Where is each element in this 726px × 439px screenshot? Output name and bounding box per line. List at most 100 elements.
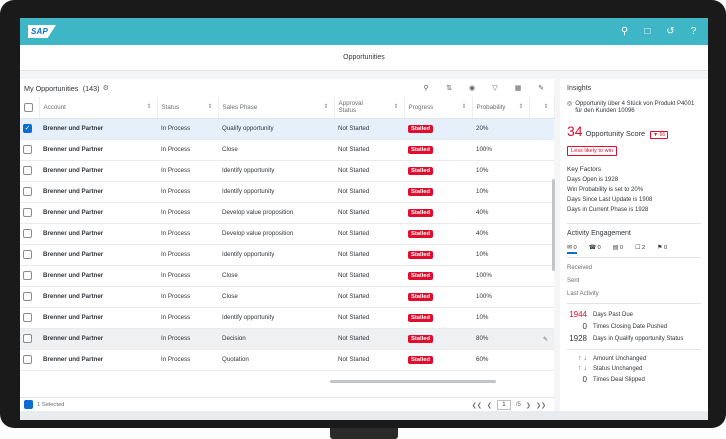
table-row[interactable]: Brenner und Partner In Process Identify op…: [20, 244, 554, 266]
last-page-icon[interactable]: ❯❯: [536, 402, 546, 409]
activity-tabs: ✉ 0 ☎ 0 ▤ 0 ☐ 2 ⚑ 0: [567, 245, 701, 258]
cell-account[interactable]: Brenner und Partner: [39, 181, 157, 203]
cell-account[interactable]: Brenner und Partner: [39, 349, 157, 371]
cell-approval-status: Not Started: [334, 244, 404, 266]
first-page-icon[interactable]: ❮❮: [472, 402, 482, 409]
table-row[interactable]: Brenner und Partner In Process Close Not St…: [20, 139, 554, 161]
edit-icon[interactable]: ✎: [536, 84, 546, 92]
cell-account[interactable]: Brenner und Partner: [39, 202, 157, 224]
filter-icon[interactable]: ▽: [490, 84, 500, 92]
cell-account[interactable]: Brenner und Partner: [39, 307, 157, 329]
cell-sales-phase: Close: [218, 265, 334, 287]
cell-status: In Process: [157, 265, 218, 287]
table-toolbar: My Opportunities (143) ⚙ ⚲ ⇅ ◉ ▽ ▦ ✎: [20, 79, 554, 97]
row-checkbox[interactable]: [20, 286, 39, 308]
table-row[interactable]: ✓ Brenner und Partner In Process Qualify op…: [20, 118, 554, 140]
sort-icon[interactable]: ⇅: [444, 84, 454, 92]
search-icon[interactable]: ⚲: [421, 84, 431, 92]
col-progress[interactable]: Progress ⇕: [404, 97, 473, 119]
selected-count: 1 Selected: [37, 401, 65, 408]
table-row[interactable]: Brenner und Partner In Process Develop val…: [20, 202, 554, 224]
row-checkbox[interactable]: [20, 181, 39, 203]
col-probability[interactable]: Probability ⇕: [472, 97, 530, 119]
cell-status: In Process: [157, 118, 218, 140]
key-factor: Win Probability is set to 20%: [567, 187, 644, 193]
table-row[interactable]: Brenner und Partner In Process Close Not St…: [20, 286, 554, 308]
opportunity-score: 34 Opportunity Score ▼ 66: [567, 123, 701, 139]
col-approval-status[interactable]: Approval Status ⇕: [334, 97, 405, 119]
settings-icon[interactable]: ⚙: [103, 84, 109, 92]
cell-account[interactable]: Brenner und Partner: [39, 160, 157, 182]
cell-status: In Process: [157, 307, 218, 329]
sort-icon: ⇕: [323, 104, 329, 110]
cell-account[interactable]: Brenner und Partner: [39, 244, 157, 266]
columns-icon[interactable]: ▦: [513, 84, 523, 92]
cell-approval-status: Not Started: [334, 349, 404, 371]
sort-icon: ⇕: [543, 104, 549, 110]
vertical-scrollbar[interactable]: [552, 179, 555, 271]
trend-status: ↑ ↓ Status Unchanged: [567, 365, 701, 372]
help-icon[interactable]: ?: [687, 25, 700, 38]
row-checkbox[interactable]: [20, 223, 39, 245]
cell-account[interactable]: Brenner und Partner: [39, 328, 157, 350]
selection-indicator: [24, 400, 33, 409]
table-row[interactable]: Brenner und Partner In Process Decision Not…: [20, 328, 554, 350]
next-page-icon[interactable]: ❯: [526, 402, 531, 409]
table-row[interactable]: Brenner und Partner In Process Identify op…: [20, 307, 554, 329]
cell-status: In Process: [157, 328, 218, 350]
col-sales-phase[interactable]: Sales Phase ⇕: [218, 97, 335, 119]
score-delta: ▼ 66: [650, 131, 669, 139]
table-row[interactable]: Brenner und Partner In Process Identify op…: [20, 181, 554, 203]
row-checkbox[interactable]: [20, 307, 39, 329]
tab-phone[interactable]: ☎ 0: [589, 245, 601, 254]
table-row[interactable]: Brenner und Partner In Process Identify op…: [20, 160, 554, 182]
col-status[interactable]: Status ⇕: [157, 97, 219, 119]
tab-flag[interactable]: ⚑ 0: [657, 245, 667, 254]
tab-task[interactable]: ☐ 2: [635, 245, 645, 254]
history-icon[interactable]: ↺: [664, 25, 677, 38]
cell-progress: Stalled: [404, 286, 472, 308]
tab-email[interactable]: ✉ 0: [567, 245, 577, 254]
opportunities-table: Account ⇕ Status ⇕ Sales Phase ⇕ Approval S…: [20, 97, 555, 371]
opportunity-link[interactable]: ◎ Opportunity über 4 Stück von Produkt P…: [567, 101, 701, 115]
cell-probability: 100%: [472, 286, 529, 308]
key-factor: Days Since Last Update is 1908: [567, 197, 653, 203]
page-input[interactable]: 1: [496, 400, 511, 410]
page-title: Opportunities: [20, 45, 708, 71]
status-badge: Stalled: [408, 125, 434, 133]
cell-account[interactable]: Brenner und Partner: [39, 139, 157, 161]
cell-approval-status: Not Started: [334, 265, 404, 287]
prev-page-icon[interactable]: ❮: [487, 402, 492, 409]
stat-closing-date-pushed: 0 Times Closing Date Pushed: [582, 322, 668, 331]
tab-meeting[interactable]: ▤ 0: [613, 245, 623, 254]
horizontal-scrollbar[interactable]: [330, 380, 496, 383]
row-checkbox[interactable]: [20, 202, 39, 224]
cell-account[interactable]: Brenner und Partner: [39, 286, 157, 308]
table-row[interactable]: Brenner und Partner In Process Develop val…: [20, 223, 554, 245]
search-icon[interactable]: ⚲: [618, 25, 631, 38]
col-account[interactable]: Account ⇕: [39, 97, 158, 119]
cell-account[interactable]: Brenner und Partner: [39, 223, 157, 245]
row-checkbox[interactable]: ✓: [20, 118, 39, 140]
feedback-icon[interactable]: □: [641, 25, 654, 38]
cell-probability: 100%: [472, 139, 529, 161]
select-all-checkbox[interactable]: [20, 97, 40, 119]
cell-actions: [529, 202, 554, 224]
table-row[interactable]: Brenner und Partner In Process Close Not St…: [20, 265, 554, 287]
row-checkbox[interactable]: [20, 328, 39, 350]
cell-account[interactable]: Brenner und Partner: [39, 265, 157, 287]
page-total: /5: [515, 402, 521, 408]
row-checkbox[interactable]: [20, 349, 39, 371]
edit-icon[interactable]: ✎: [543, 336, 548, 343]
group-icon[interactable]: ◉: [467, 84, 477, 92]
cell-probability: 40%: [472, 202, 529, 224]
row-checkbox[interactable]: [20, 139, 39, 161]
cell-account[interactable]: Brenner und Partner: [39, 118, 157, 140]
table-row[interactable]: Brenner und Partner In Process Quotation No…: [20, 349, 554, 371]
table-header-row: Account ⇕ Status ⇕ Sales Phase ⇕ Approval S…: [20, 97, 555, 119]
sap-logo[interactable]: SAP: [28, 25, 56, 38]
row-checkbox[interactable]: [20, 160, 39, 182]
cell-status: In Process: [157, 223, 218, 245]
row-checkbox[interactable]: [20, 265, 39, 287]
row-checkbox[interactable]: [20, 244, 39, 266]
